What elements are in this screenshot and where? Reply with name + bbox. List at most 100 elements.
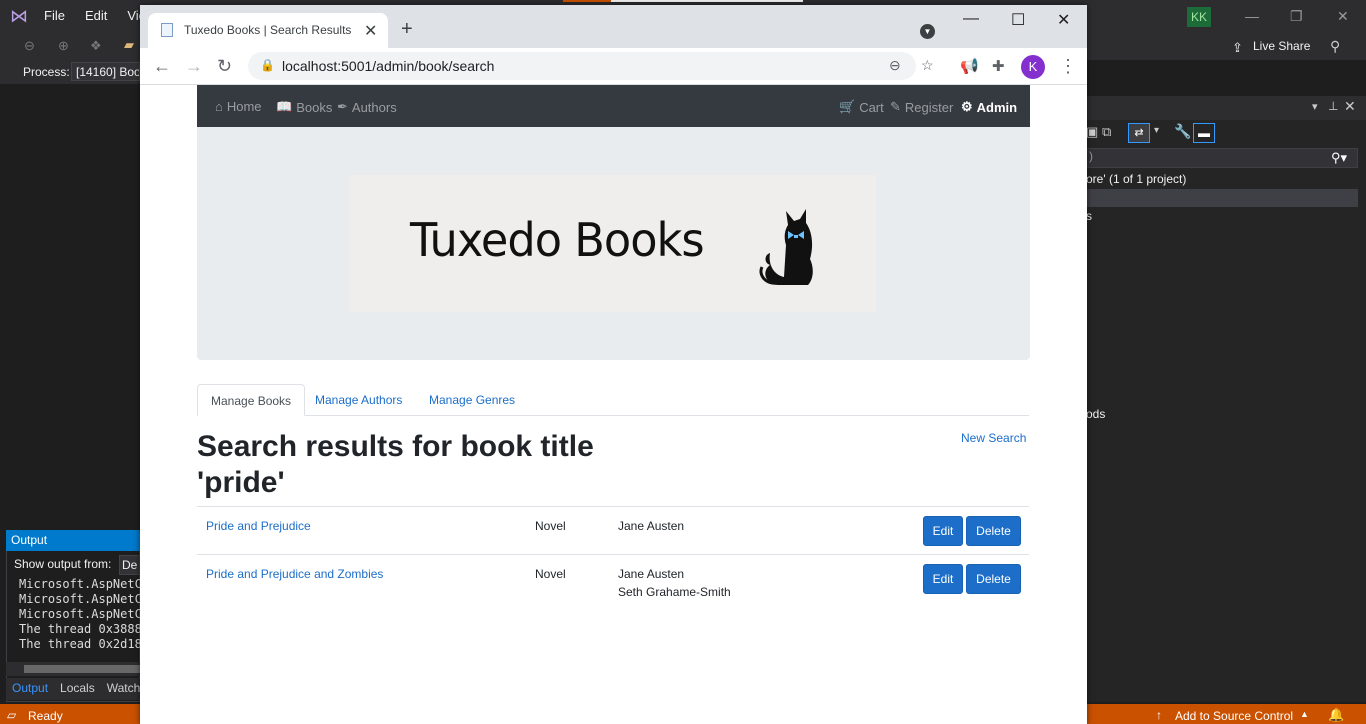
nav-authors[interactable]: ✒ Authors: [337, 99, 397, 115]
process-select[interactable]: [14160] Boo: [71, 62, 140, 81]
nav-register[interactable]: ✎ Register: [890, 99, 953, 115]
bottom-tool-tabs: Output Locals Watch: [6, 678, 140, 700]
output-line: The thread 0x2d18: [19, 637, 140, 651]
tuxedo-cat-icon: [759, 209, 813, 285]
browser-minimize-icon[interactable]: —: [963, 10, 979, 28]
gear-icon: ⚙: [961, 99, 973, 114]
view-switch-icon[interactable]: ⇄: [1128, 123, 1150, 143]
output-source-select[interactable]: De: [119, 555, 140, 575]
output-line: Microsoft.AspNetC: [19, 577, 140, 591]
arrow-up-icon: ↑: [1156, 708, 1162, 722]
vs-menu-bar: File Edit Vie: [44, 8, 146, 23]
table-row: Pride and Prejudice Novel Jane Austen Ed…: [197, 506, 1029, 554]
selected-tree-row[interactable]: [1086, 189, 1358, 207]
vs-restore-icon[interactable]: ❐: [1290, 8, 1303, 25]
table-row: Pride and Prejudice and Zombies Novel Ja…: [197, 554, 1029, 608]
vs-open-folder-icon[interactable]: ▰: [124, 37, 134, 53]
book-title-link[interactable]: Pride and Prejudice and Zombies: [206, 565, 383, 583]
properties-wrench-icon[interactable]: 🔧: [1174, 123, 1191, 140]
tab-manage-authors[interactable]: Manage Authors: [302, 384, 415, 416]
extensions-puzzle-icon[interactable]: ✚: [992, 57, 1005, 75]
lock-icon[interactable]: 🔒: [260, 58, 275, 72]
vs-menu-file[interactable]: File: [44, 8, 65, 23]
reload-icon[interactable]: ↻: [217, 56, 232, 77]
tab-manage-books[interactable]: Manage Books: [197, 384, 306, 416]
status-ready: Ready: [28, 709, 63, 723]
panel-close-icon[interactable]: ✕: [1344, 98, 1356, 115]
sync-icon[interactable]: ▣: [1086, 124, 1098, 140]
author-name: Jane Austen: [618, 567, 685, 581]
vs-new-item-icon[interactable]: ❖: [90, 38, 102, 54]
nav-home-label: Home: [226, 99, 262, 114]
feedback-icon[interactable]: ⚲: [1330, 38, 1340, 55]
output-line: The thread 0x3888: [19, 622, 140, 636]
url-text[interactable]: localhost:5001/admin/book/search: [282, 58, 494, 74]
live-share-button[interactable]: Live Share: [1253, 39, 1310, 53]
back-icon[interactable]: ←: [153, 56, 171, 77]
preview-icon[interactable]: ▬: [1193, 123, 1215, 143]
pin-icon[interactable]: ⊥: [1328, 99, 1338, 113]
browser-maximize-icon[interactable]: ☐: [1011, 10, 1025, 30]
book-title-link[interactable]: Pride and Prejudice: [206, 517, 311, 535]
panel-dropdown-icon[interactable]: ▾: [1312, 100, 1318, 113]
solution-root-item[interactable]: ore' (1 of 1 project): [1086, 172, 1186, 186]
tab-output[interactable]: Output: [12, 681, 48, 697]
browser-tab-title[interactable]: Tuxedo Books | Search Results: [184, 23, 351, 37]
page-title: Search results for book title 'pride': [197, 430, 594, 499]
collapse-all-icon[interactable]: ⧉: [1102, 124, 1111, 140]
new-search-link[interactable]: New Search: [961, 431, 1026, 445]
megaphone-extension-icon[interactable]: 📢: [960, 57, 979, 75]
tab-search-icon[interactable]: ▼: [920, 24, 935, 39]
nav-cart-label: Cart: [859, 99, 884, 115]
vs-menu-edit[interactable]: Edit: [85, 8, 107, 23]
output-text[interactable]: Microsoft.AspNetC Microsoft.AspNetC Micros…: [19, 577, 140, 652]
tab-locals[interactable]: Locals: [60, 681, 95, 697]
output-line: Microsoft.AspNetC: [19, 592, 140, 606]
tab-watch[interactable]: Watch: [107, 681, 141, 697]
bookmark-star-icon[interactable]: ☆: [921, 57, 934, 74]
vs-title-highlight: [611, 0, 803, 2]
zoom-icon[interactable]: ⊖: [889, 57, 901, 74]
browser-menu-icon[interactable]: ⋮: [1059, 56, 1077, 77]
vs-forward-icon[interactable]: ⊕: [58, 38, 69, 54]
forward-icon[interactable]: →: [185, 56, 203, 77]
page-favicon-icon: [161, 23, 173, 37]
vs-back-icon[interactable]: ⊖: [24, 38, 35, 54]
tab-manage-genres[interactable]: Manage Genres: [416, 384, 528, 416]
book-authors: Jane Austen Seth Grahame-Smith: [618, 565, 731, 601]
vs-user-avatar[interactable]: KK: [1187, 7, 1211, 27]
author-name: Seth Grahame-Smith: [618, 585, 731, 599]
new-tab-icon[interactable]: +: [401, 18, 413, 41]
nav-admin[interactable]: ⚙ Admin: [961, 99, 1017, 115]
nav-books[interactable]: 📖 Books: [276, 99, 332, 115]
edit-button[interactable]: Edit: [923, 516, 963, 546]
home-icon: ⌂: [215, 99, 223, 114]
search-icon[interactable]: ⚲▾: [1331, 150, 1347, 166]
delete-button[interactable]: Delete: [966, 516, 1021, 546]
tab-close-icon[interactable]: ✕: [364, 21, 377, 41]
view-dropdown-icon[interactable]: ▾: [1154, 125, 1159, 136]
caret-up-icon: ▲: [1300, 709, 1309, 719]
solution-search-input[interactable]: ): [1086, 148, 1358, 168]
vs-minimize-icon[interactable]: —: [1245, 8, 1259, 24]
edit-button[interactable]: Edit: [923, 564, 963, 594]
show-output-from-label: Show output from:: [14, 557, 112, 571]
notifications-icon[interactable]: 🔔: [1328, 707, 1344, 723]
visual-studio-logo-icon[interactable]: ⋈: [10, 6, 32, 26]
output-panel-title: Output: [6, 530, 140, 551]
add-to-source-control-button[interactable]: Add to Source Control: [1175, 709, 1293, 723]
nav-cart[interactable]: 🛒 Cart: [839, 99, 884, 115]
nav-home[interactable]: ⌂ Home: [215, 99, 262, 114]
browser-close-icon[interactable]: ✕: [1057, 10, 1070, 30]
logo-text: Tuxedo Books: [410, 213, 705, 267]
vs-title-accent: [563, 0, 611, 2]
profile-avatar[interactable]: K: [1021, 55, 1045, 79]
tree-item-methods[interactable]: ods: [1086, 407, 1105, 421]
book-authors: Jane Austen: [618, 517, 684, 535]
output-scroll-thumb[interactable]: [24, 665, 140, 673]
delete-button[interactable]: Delete: [966, 564, 1021, 594]
vs-close-icon[interactable]: ✕: [1337, 8, 1349, 25]
live-share-icon: ⇪: [1232, 40, 1243, 55]
edit-icon: ✎: [890, 99, 901, 114]
process-label: Process:: [23, 65, 70, 79]
